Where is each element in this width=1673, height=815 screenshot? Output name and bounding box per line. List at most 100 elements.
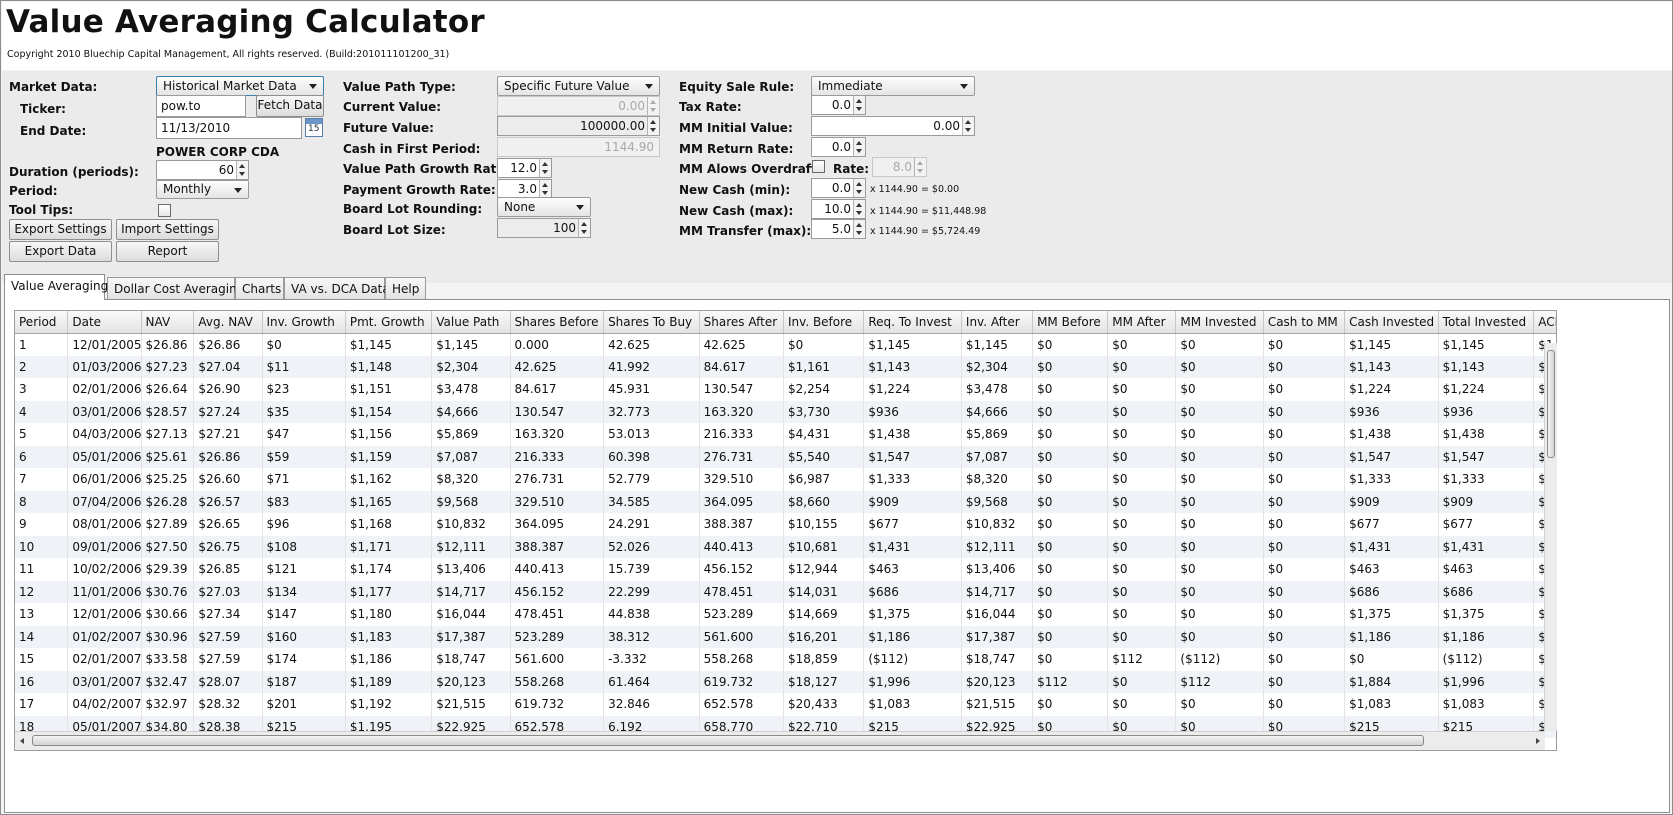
spin-buttons[interactable] [539,159,551,177]
duration-stepper[interactable]: 60 [156,160,249,180]
spin-up-icon[interactable] [856,99,862,103]
spin-up-icon[interactable] [650,120,656,124]
ticker-input[interactable]: pow.to [156,95,246,117]
column-header[interactable]: Shares After [699,311,785,334]
table-row[interactable]: 8 07/04/2006 $26.28 $26.57 $83 $1,165 $9,568 32… [15,490,1556,513]
column-header[interactable]: Shares To Buy [603,311,700,334]
tab-va-vs-dca-data[interactable]: VA vs. DCA Data [284,277,390,299]
spin-up-icon[interactable] [965,120,971,124]
spin-buttons[interactable] [853,96,865,114]
new-cash-min-stepper[interactable]: 0.0 [811,178,866,198]
tab-help[interactable]: Help [385,277,426,299]
column-header[interactable]: Shares Before [510,311,605,334]
market-data-select[interactable]: Historical Market Data [156,76,324,96]
vertical-scrollbar[interactable] [1544,343,1557,731]
column-header[interactable]: Inv. Growth [262,311,346,334]
spin-down-icon[interactable] [542,191,548,195]
table-row[interactable]: 14 01/02/2007 $30.96 $27.59 $160 $1,183 $17,38… [15,625,1556,648]
spin-down-icon[interactable] [856,231,862,235]
horizontal-scrollbar[interactable] [15,731,1545,750]
mm-transfer-max-stepper[interactable]: 5.0 [811,219,866,239]
table-row[interactable]: 10 09/01/2006 $27.50 $26.75 $108 $1,171 $12,11… [15,535,1556,558]
table-row[interactable]: 4 03/01/2006 $28.57 $27.24 $35 $1,154 $4,666 13… [15,400,1556,423]
mm-overdraft-checkbox[interactable] [812,160,825,173]
table-row[interactable]: 11 10/02/2006 $29.39 $26.85 $121 $1,174 $13,40… [15,558,1556,581]
spin-down-icon[interactable] [856,211,862,215]
spin-up-icon[interactable] [542,183,548,187]
tool-tips-checkbox[interactable] [158,204,171,217]
export-data-button[interactable]: Export Data [9,241,112,262]
table-row[interactable]: 7 06/01/2006 $25.25 $26.60 $71 $1,162 $8,320 27… [15,468,1556,491]
spin-up-icon[interactable] [856,141,862,145]
spin-buttons[interactable] [539,180,551,198]
spin-up-icon[interactable] [856,203,862,207]
spin-down-icon[interactable] [856,149,862,153]
spin-buttons[interactable] [236,161,248,179]
spin-down-icon[interactable] [856,190,862,194]
column-header[interactable]: Value Path [431,311,511,334]
import-settings-button[interactable]: Import Settings [116,219,219,240]
value-path-growth-stepper[interactable]: 12.0 [497,158,552,178]
board-lot-size-stepper[interactable]: 100 [497,218,591,238]
spin-down-icon[interactable] [239,172,245,176]
fetch-data-button[interactable]: Fetch Data [256,95,324,117]
spin-buttons[interactable] [578,219,590,237]
calendar-icon[interactable]: 15 [305,118,323,137]
column-header[interactable]: Date [67,311,142,334]
payment-growth-stepper[interactable]: 3.0 [497,179,552,199]
tax-rate-stepper[interactable]: 0.0 [811,95,866,115]
column-header[interactable]: Inv. Before [783,311,865,334]
table-row[interactable]: 9 08/01/2006 $27.89 $26.65 $96 $1,168 $10,832 3… [15,513,1556,536]
column-header[interactable]: Total Invested [1438,311,1535,334]
table-row[interactable]: 1 12/01/2005 $26.86 $26.86 $0 $1,145 $1,145 0.0… [15,333,1556,356]
column-header[interactable]: MM Invested [1175,311,1264,334]
spin-down-icon[interactable] [581,230,587,234]
spin-up-icon[interactable] [856,182,862,186]
column-header[interactable]: MM Before [1032,311,1109,334]
column-header[interactable]: Inv. After [961,311,1034,334]
spin-buttons[interactable] [962,117,974,135]
spin-up-icon[interactable] [581,222,587,226]
mm-return-rate-stepper[interactable]: 0.0 [811,137,866,157]
table-row[interactable]: 6 05/01/2006 $25.61 $26.86 $59 $1,159 $7,087 21… [15,445,1556,468]
spin-buttons[interactable] [853,220,865,238]
spin-up-icon[interactable] [239,164,245,168]
table-row[interactable]: 12 11/01/2006 $30.76 $27.03 $134 $1,177 $14,71… [15,580,1556,603]
horizontal-scroll-thumb[interactable] [32,735,1424,746]
report-button[interactable]: Report [116,241,219,262]
vertical-scroll-thumb[interactable] [1547,350,1555,458]
column-header[interactable]: ACB [1533,311,1556,334]
column-header[interactable]: Period [15,311,69,334]
table-row[interactable]: 2 01/03/2006 $27.23 $27.04 $11 $1,148 $2,304 42… [15,355,1556,378]
table-row[interactable]: 13 12/01/2006 $30.66 $27.34 $147 $1,180 $16,04… [15,603,1556,626]
table-row[interactable]: 17 04/02/2007 $32.97 $28.32 $201 $1,192 $21,51… [15,693,1556,716]
board-lot-rounding-select[interactable]: None [497,197,591,217]
table-row[interactable]: 5 04/03/2006 $27.13 $27.21 $47 $1,156 $5,869 16… [15,423,1556,446]
spin-down-icon[interactable] [965,128,971,132]
spin-buttons[interactable] [853,179,865,197]
scroll-left-icon[interactable] [20,738,24,744]
new-cash-max-stepper[interactable]: 10.0 [811,199,866,219]
column-header[interactable]: Cash Invested [1344,311,1439,334]
spin-buttons[interactable] [853,200,865,218]
spin-buttons[interactable] [853,138,865,156]
spin-up-icon[interactable] [856,223,862,227]
tab-dollar-cost-averaging[interactable]: Dollar Cost Averaging [107,277,244,299]
spin-down-icon[interactable] [856,107,862,111]
column-header[interactable]: NAV [141,311,195,334]
spin-buttons[interactable] [647,117,659,135]
spin-down-icon[interactable] [542,170,548,174]
tab-value-averaging[interactable]: Value Averaging [4,274,108,300]
export-settings-button[interactable]: Export Settings [9,219,112,240]
column-header[interactable]: Req. To Invest [863,311,962,334]
table-row[interactable]: 15 02/01/2007 $33.58 $27.59 $174 $1,186 $18,74… [15,648,1556,671]
future-value-stepper[interactable]: 100000.00 [497,116,660,136]
table-row[interactable]: 3 02/01/2006 $26.64 $26.90 $23 $1,151 $3,478 84… [15,378,1556,401]
scroll-right-icon[interactable] [1536,738,1540,744]
period-select[interactable]: Monthly [156,180,249,199]
spin-up-icon[interactable] [542,162,548,166]
tab-charts[interactable]: Charts [235,277,284,299]
end-date-input[interactable]: 11/13/2010 [156,117,302,139]
data-grid[interactable]: Period Date NAV Avg. NAV Inv. Growth Pmt. Gro… [14,310,1557,751]
spin-down-icon[interactable] [650,128,656,132]
